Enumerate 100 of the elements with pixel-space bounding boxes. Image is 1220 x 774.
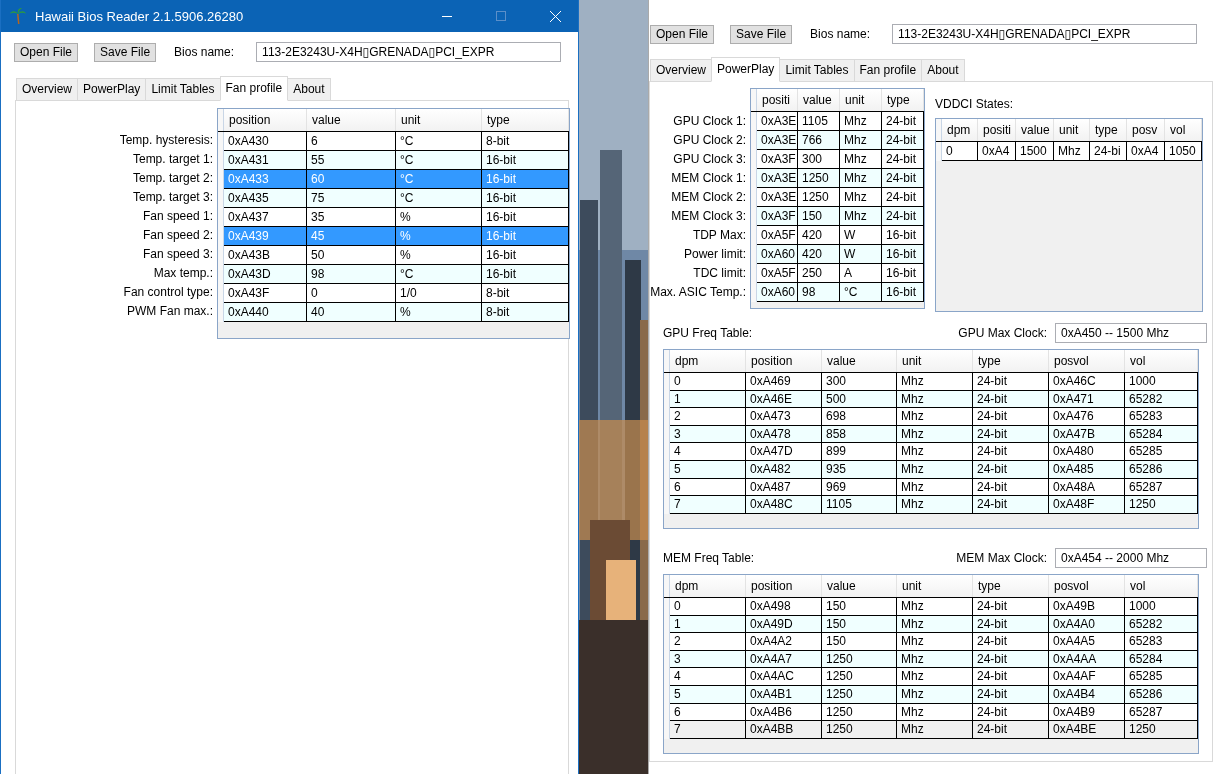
field-label: GPU Clock 2: [673,132,746,149]
field-label: Temp. hysteresis: [119,132,213,149]
tab[interactable]: PowerPlay [77,78,147,100]
table-cell: 4 [670,668,746,686]
data-grid[interactable] [663,349,1199,529]
table-row[interactable]: 0xA440 40 % 8-bit [218,303,569,322]
close-icon [549,10,561,22]
table-row[interactable]: 0xA5F 250 A 16-bit [751,264,924,283]
table-cell: 300 [822,373,897,391]
table-row[interactable]: 0xA3F 150 Mhz 24-bit [751,207,924,226]
tab[interactable]: About [921,59,965,81]
row-header[interactable] [936,142,942,161]
bios-name-field[interactable]: 113-2E3243U-X4H▯GRENADA▯PCI_EXPR [892,24,1198,44]
bios-name-field[interactable]: 113-2E3243U-X4H▯GRENADA▯PCI_EXPR [256,42,562,62]
data-grid[interactable] [750,88,925,309]
field-label: GPU Max Clock: [958,326,1047,340]
table-row[interactable]: 0xA60 98 °C 16-bit [751,283,924,302]
tab[interactable]: About [287,78,331,100]
table-row[interactable]: 0 0xA498 150 Mhz 24-bit 0xA49B 1000 [664,597,1198,616]
tab[interactable]: Overview [16,78,78,100]
table-cell: 0 [670,598,746,616]
table-cell: 24-bit [973,443,1049,461]
table-row[interactable]: 0xA430 6 °C 8-bit [218,131,569,151]
table-cell: 24-bi [1090,142,1127,161]
row-header[interactable] [751,283,757,302]
tab[interactable]: Fan profile [853,59,923,81]
row-header[interactable] [664,373,670,391]
tab[interactable]: PowerPlay [711,57,781,82]
table-row[interactable]: 0xA431 55 °C 16-bit [218,151,569,170]
max-clock-field[interactable]: 0xA454 -- 2000 Mhz [1055,548,1207,568]
tab[interactable]: Limit Tables [779,59,855,81]
table-cell: 0xA440 [224,303,307,322]
toolbar-button[interactable]: Open File [14,42,79,62]
field-label: TDC limit: [693,265,746,282]
table-row[interactable]: 0xA43F 0 1/0 8-bit [218,284,569,303]
tab[interactable]: Fan profile [219,76,289,101]
table-row[interactable]: 0 0xA469 300 Mhz 24-bit 0xA46C 1000 [664,372,1198,391]
tab[interactable]: Overview [650,59,712,81]
max-clock-field[interactable]: 0xA450 -- 1500 Mhz [1055,323,1207,343]
table-cell: 150 [822,598,897,616]
table-cell: 0xA4AC [746,668,822,686]
table-cell: 0xA4A2 [746,633,822,651]
table-cell: 65283 [1125,408,1198,426]
field-label: GPU Clock 1: [673,113,746,130]
maximize-icon [496,11,506,21]
table-cell: 65286 [1125,460,1198,479]
table-cell: Mhz [897,668,973,686]
table-row[interactable]: 0xA5F 420 W 16-bit [751,226,924,245]
table-row[interactable]: 0 0xA4 1500 Mhz 24-bi 0xA4 1050 [936,141,1202,161]
table-row[interactable]: 0xA3E 1105 Mhz 24-bit [751,111,924,131]
toolbar-button[interactable]: Open File [650,24,715,44]
table-cell: 0xA480 [1049,443,1125,461]
table-row[interactable]: 2 0xA4A2 150 Mhz 24-bit 0xA4A5 65283 [664,633,1198,651]
field-label: Temp. target 1: [132,151,213,168]
table-row[interactable]: 0xA3F 300 Mhz 24-bit [751,150,924,169]
data-grid[interactable] [217,108,570,339]
table-row[interactable]: 7 0xA4BB 1250 Mhz 24-bit 0xA4BE 1250 [664,721,1198,739]
table-row[interactable]: 4 0xA4AC 1250 Mhz 24-bit 0xA4AF 65285 [664,668,1198,686]
table-cell: 65285 [1125,443,1198,461]
table-cell: 0xA498 [746,598,822,616]
row-header[interactable] [664,721,670,739]
table-row[interactable]: 7 0xA48C 1105 Mhz 24-bit 0xA48F 1250 [664,496,1198,514]
table-row[interactable]: 0xA60 420 W 16-bit [751,245,924,264]
table-row[interactable]: 0xA3E 766 Mhz 24-bit [751,131,924,150]
table-cell: 24-bit [973,633,1049,651]
table-row[interactable]: 2 0xA473 698 Mhz 24-bit 0xA476 65283 [664,408,1198,426]
table-row[interactable]: 0xA437 35 % 16-bit [218,208,569,227]
section-title: GPU Freq Table: [663,326,753,340]
row-header[interactable] [218,303,224,322]
row-header[interactable] [218,132,224,151]
table-cell: 1000 [1125,373,1198,391]
table-cell: 7 [670,721,746,739]
toolbar-button[interactable]: Save File [730,24,793,44]
table-row[interactable]: 0xA435 75 °C 16-bit [218,189,569,208]
tab[interactable]: Limit Tables [145,78,221,100]
table-cell: 0xA4A5 [1049,633,1125,651]
data-grid[interactable]: dpm positi value unit type posv vol 0 0xA4 1500 Mhz 24-bi 0xA4 1050 [935,118,1203,312]
table-cell: 65286 [1125,685,1198,704]
table-row[interactable]: 0xA3E 1250 Mhz 24-bit [751,169,924,188]
row-header[interactable] [664,598,670,616]
table-cell: 0xA49B [1049,598,1125,616]
table-cell: % [396,303,482,322]
row-header[interactable] [751,112,757,131]
table-cell: Mhz [897,598,973,616]
table-cell: 0xA4AF [1049,668,1125,686]
header-corner [751,89,757,111]
data-grid[interactable] [663,574,1199,754]
toolbar-button[interactable]: Save File [94,42,157,62]
field-label: Max. ASIC Temp.: [650,284,746,301]
field-label: Bios name: [810,27,871,41]
table-cell: 0xA4BE [1049,721,1125,739]
table-cell: 0xA476 [1049,408,1125,426]
table-row[interactable]: 0xA43D 98 °C 16-bit [218,265,569,284]
table-row[interactable]: 0xA3E 1250 Mhz 24-bit [751,188,924,207]
table-cell: 0xA469 [746,373,822,391]
table-row[interactable]: 4 0xA47D 899 Mhz 24-bit 0xA480 65285 [664,443,1198,461]
table-cell: 0xA4 [978,142,1016,161]
row-header[interactable] [664,496,670,514]
palm-tree-icon [9,7,27,25]
table-row[interactable]: 0xA43B 50 % 16-bit [218,246,569,265]
